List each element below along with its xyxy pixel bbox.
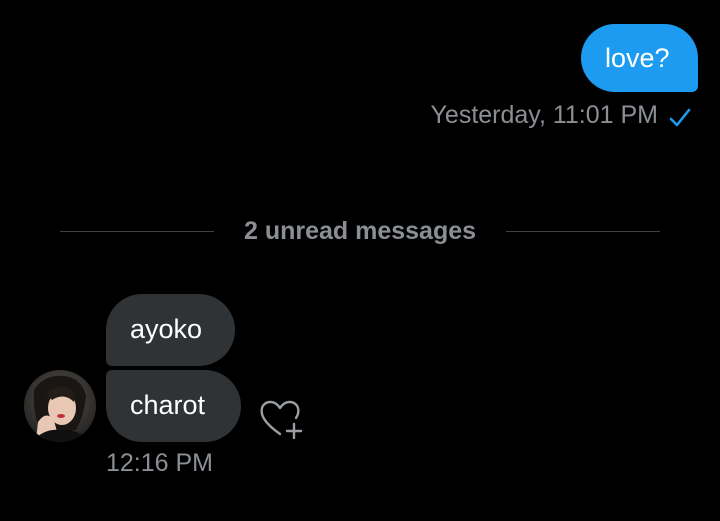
divider-line-right [506,230,661,232]
received-message-text: charot [130,390,206,420]
divider-line-left [60,230,214,232]
unread-messages-divider: 2 unread messages [60,211,661,251]
received-message-timestamp: 12:16 PM [106,449,214,477]
read-check-icon [669,108,691,127]
received-message-bubble[interactable]: ayoko [106,294,235,366]
sent-message-timestamp: Yesterday, 11:01 PM [430,100,658,129]
sent-message-bubble[interactable]: love? [581,24,698,92]
avatar-photo [24,370,96,442]
avatar[interactable] [24,370,96,442]
received-message-bubble[interactable]: charot [106,370,241,442]
heart-plus-icon[interactable] [258,396,306,440]
unread-messages-label: 2 unread messages [243,216,477,245]
sent-message-text: love? [605,43,670,73]
received-message-text: ayoko [130,314,203,344]
sent-message-meta: Yesterday, 11:01 PM [431,100,692,130]
